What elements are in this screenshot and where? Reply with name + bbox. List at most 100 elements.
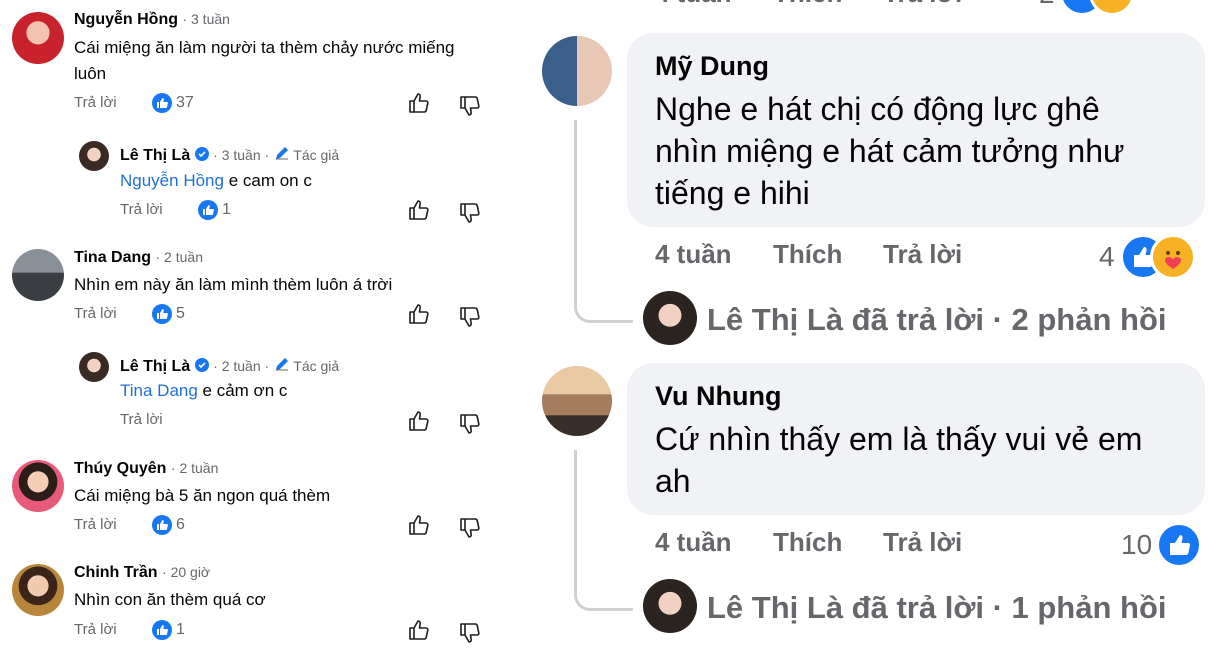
comment-bubble: Vu Nhung Cứ nhìn thấy em là thấy vui vẻ … [627,363,1205,515]
reply-button[interactable]: Trả lời [883,239,962,270]
like-count[interactable]: 1 [222,201,231,218]
comment-actions: Trả lời 5 [74,304,185,324]
like-button[interactable]: Thích [773,239,842,270]
reply-header: Lê Thị Là · 2 tuần · Tác giả [120,356,339,376]
comment-text: Cái miệng ăn làm người ta thèm chảy nước… [74,38,455,83]
thumbs-down-icon[interactable] [459,202,481,224]
comment-time[interactable]: · 2 tuần [171,460,218,476]
thumbs-down-icon[interactable] [459,95,481,117]
reply-button[interactable]: Trả lời [74,94,117,111]
thumbs-down-icon[interactable] [459,622,481,644]
like-count[interactable]: 6 [176,516,185,533]
comment-actions: Trả lời 1 [74,620,185,640]
commenter-name[interactable]: Chinh Trần [74,564,158,581]
comment-time[interactable]: · 3 tuần · [213,147,269,163]
like-count[interactable]: 5 [176,305,185,322]
avatar[interactable] [79,141,109,171]
thread-line [574,120,577,300]
like-reaction-icon [1156,522,1202,568]
like-button[interactable]: Thích [773,527,842,558]
like-reaction-icon [151,304,172,324]
verified-badge-icon [194,358,209,372]
like-count[interactable]: 1 [176,621,185,638]
reply-button[interactable]: Trả lời [74,516,117,533]
avatar[interactable] [12,460,64,512]
reply-button[interactable]: Trả lời [74,621,117,638]
author-label: Tác giả [293,147,340,163]
comment-time[interactable]: · 20 giờ [162,564,210,580]
comment-actions: Trả lời [120,411,163,429]
comment-actions: Trả lời 37 [74,93,194,113]
author-badge: Tác giả [274,358,339,374]
avatar [643,579,697,633]
thumbs-up-icon[interactable] [408,619,430,641]
commenter-name[interactable]: Tina Dang [74,249,151,266]
care-reaction-icon [1089,0,1135,16]
comment-header: Chinh Trần · 20 giờ [74,564,210,582]
commenter-name[interactable]: Lê Thị Là [120,147,190,164]
like-reaction-icon [151,620,172,640]
comment-actions: Trả lời 1 [120,200,231,220]
reaction-count[interactable]: 10 [1121,529,1152,561]
avatar [643,291,697,345]
avatar[interactable] [79,352,109,382]
reply-text: e cam on c [223,171,312,190]
like-reaction-icon [197,200,218,220]
thumbs-down-icon[interactable] [459,306,481,328]
comment-time[interactable]: · 3 tuần [182,11,229,27]
thumbs-down-icon[interactable] [459,517,481,539]
comment-text: Cứ nhìn thấy em là thấy vui vẻ em ah [655,418,1205,502]
reaction-count[interactable]: 4 [1099,241,1115,273]
comment-time[interactable]: 4 tuần [655,0,732,9]
reply-button[interactable]: Trả lời [883,0,962,9]
avatar[interactable] [12,564,64,616]
comment-text: Nguyễn Hồng e cam on c [120,168,312,194]
comment-text-line: ah [655,463,691,499]
reply-button[interactable]: Trả lời [74,305,117,322]
comment-time[interactable]: 4 tuần [655,239,732,270]
comment-time[interactable]: · 2 tuần [156,249,203,265]
comment-text: Nghe e hát chị có động lực ghê nhìn miện… [655,88,1205,214]
pencil-icon [275,358,288,371]
thumbs-up-icon[interactable] [408,199,430,221]
like-count[interactable]: 37 [176,94,194,111]
commenter-name[interactable]: Lê Thị Là [120,358,190,375]
comment-text-line: tiếng e hihi [655,175,810,211]
like-button[interactable]: Thích [773,0,842,9]
comment-actions: Trả lời 6 [74,515,185,535]
thumbs-down-icon[interactable] [459,413,481,435]
avatar[interactable] [12,249,64,301]
replies-summary[interactable]: Lê Thị Là đã trả lời · 1 phản hồi [707,590,1167,626]
avatar[interactable] [12,12,64,64]
comment-bubble: Mỹ Dung Nghe e hát chị có động lực ghê n… [627,33,1205,227]
thread-connector [574,580,633,611]
commenter-name[interactable]: Mỹ Dung [655,51,1205,82]
like-reaction-icon [151,93,172,113]
reply-button[interactable]: Trả lời [120,411,163,428]
thumbs-up-icon[interactable] [408,410,430,432]
reaction-count[interactable]: 2 [1039,0,1055,10]
comment-text: Nhìn con ăn thèm quá cơ [74,590,266,609]
mention-link[interactable]: Nguyễn Hồng [120,171,224,190]
reply-header: Lê Thị Là · 3 tuần · Tác giả [120,145,339,165]
commenter-name[interactable]: Nguyễn Hồng [74,11,178,28]
avatar[interactable] [542,36,612,106]
avatar[interactable] [542,366,612,436]
right-comments-panel: 4 tuần Thích Trả lời 2 Mỹ Dung Nghe e há… [503,0,1222,650]
comment-time[interactable]: · 2 tuần · [213,358,269,374]
thumbs-up-icon[interactable] [408,92,430,114]
like-reaction-icon [151,515,172,535]
comment-text: Nhìn em này ăn làm mình thèm luôn á trời [74,275,393,294]
reply-button[interactable]: Trả lời [883,527,962,558]
mention-link[interactable]: Tina Dang [120,381,198,400]
commenter-name[interactable]: Thúy Quyên [74,460,166,477]
comment-text-line: nhìn miệng e hát cảm tưởng như [655,133,1125,169]
replies-summary[interactable]: Lê Thị Là đã trả lời · 2 phản hồi [707,302,1167,338]
comment-time[interactable]: 4 tuần [655,527,732,558]
comment-header: Tina Dang · 2 tuần [74,249,203,267]
commenter-name[interactable]: Vu Nhung [655,381,1205,412]
reply-button[interactable]: Trả lời [120,201,163,218]
pencil-icon [275,147,288,160]
thumbs-up-icon[interactable] [408,514,430,536]
thumbs-up-icon[interactable] [408,303,430,325]
